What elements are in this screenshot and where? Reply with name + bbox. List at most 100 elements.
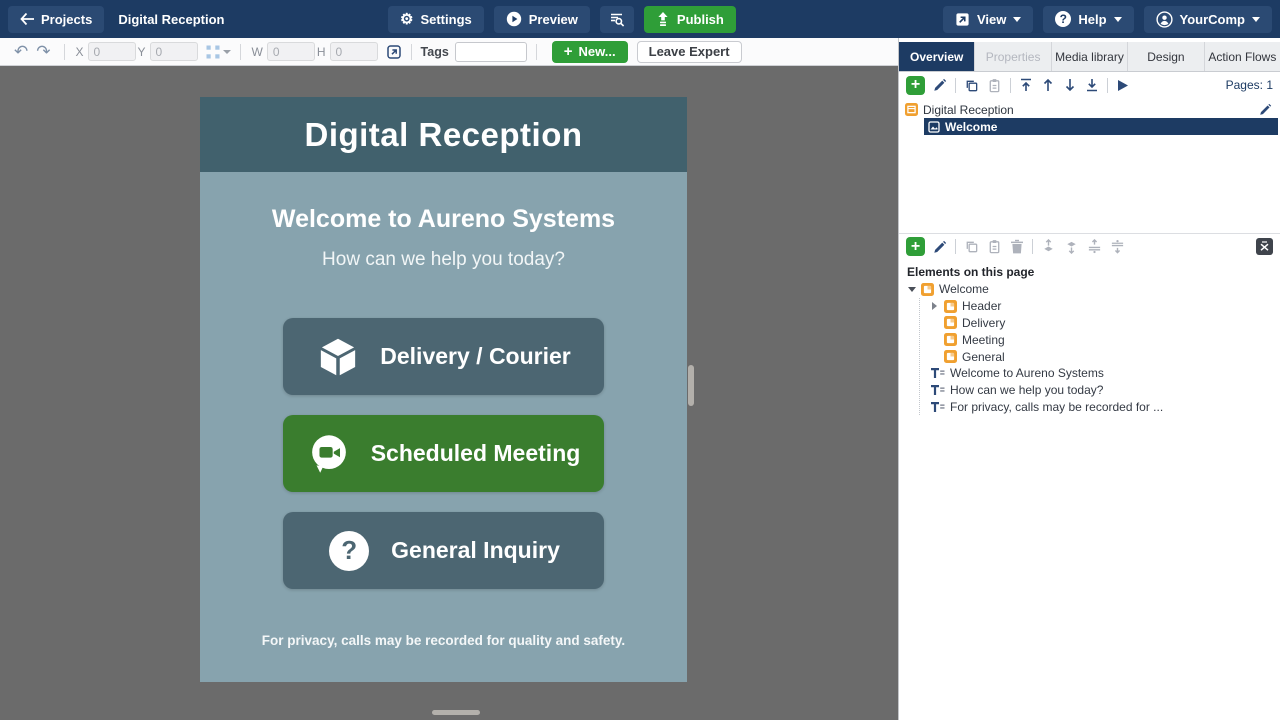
collapse-icon[interactable]: [907, 287, 916, 292]
undo-button[interactable]: ↶: [10, 43, 32, 60]
add-element-button[interactable]: +: [906, 237, 925, 256]
tree-item-text-welcome[interactable]: Welcome to Aureno Systems: [930, 365, 1280, 382]
move-page-to-bottom-button[interactable]: [1085, 78, 1099, 92]
delivery-courier-label: Delivery / Courier: [380, 343, 570, 370]
chevron-down-icon: [1013, 17, 1021, 22]
chevron-down-icon: [223, 50, 231, 54]
expand-icon[interactable]: [930, 302, 939, 310]
pencil-icon: [1259, 103, 1272, 116]
x-input[interactable]: [88, 42, 136, 61]
help-label: Help: [1078, 12, 1106, 27]
copy-element-button[interactable]: [964, 239, 979, 254]
scheduled-meeting-label: Scheduled Meeting: [371, 440, 581, 467]
view-label: View: [977, 12, 1006, 27]
move-page-to-top-button[interactable]: [1019, 78, 1033, 92]
preview-button[interactable]: Preview: [494, 6, 590, 33]
mockup-footer-note[interactable]: For privacy, calls may be recorded for q…: [200, 633, 687, 648]
pencil-icon: [933, 240, 947, 254]
play-page-button[interactable]: [1116, 79, 1129, 92]
height-input[interactable]: [330, 42, 378, 61]
delivery-courier-button[interactable]: Delivery / Courier: [283, 318, 604, 395]
page-thumbnail-icon: [928, 121, 940, 133]
tree-item-text-privacy[interactable]: For privacy, calls may be recorded for .…: [930, 399, 1280, 416]
settings-label: Settings: [420, 12, 471, 27]
account-label: YourComp: [1180, 12, 1245, 27]
tree-item-label: Header: [962, 299, 1001, 313]
tree-item-delivery[interactable]: Delivery: [930, 315, 1280, 332]
tree-item-general[interactable]: General: [930, 348, 1280, 365]
edit-element-button[interactable]: [933, 240, 947, 254]
send-backward-button[interactable]: [1110, 239, 1125, 254]
view-window-icon: [955, 12, 970, 27]
account-dropdown[interactable]: YourComp: [1144, 6, 1272, 33]
design-canvas[interactable]: Digital Reception Welcome to Aureno Syst…: [0, 66, 898, 720]
leave-expert-button[interactable]: Leave Expert: [637, 41, 742, 63]
view-dropdown[interactable]: View: [943, 6, 1033, 33]
arrow-to-top-icon: [1019, 78, 1033, 92]
delete-element-button[interactable]: [1010, 239, 1024, 254]
tree-item-welcome[interactable]: Welcome: [907, 281, 1280, 298]
bring-forward-button[interactable]: [1087, 239, 1102, 254]
new-element-button[interactable]: + New...: [552, 41, 628, 63]
paste-icon: [987, 78, 1002, 93]
trash-icon: [1010, 239, 1024, 254]
redo-button[interactable]: ↷: [32, 43, 54, 60]
tab-action-flows[interactable]: Action Flows: [1205, 42, 1280, 71]
add-page-button[interactable]: +: [906, 76, 925, 95]
tags-input[interactable]: [455, 42, 527, 62]
question-icon: ?: [327, 529, 371, 573]
chevron-down-icon: [1114, 17, 1122, 22]
help-icon: ?: [1055, 11, 1071, 27]
mockup-header[interactable]: Digital Reception: [200, 97, 687, 172]
scheduled-meeting-button[interactable]: Scheduled Meeting: [283, 415, 604, 492]
copy-page-button[interactable]: [964, 78, 979, 93]
send-backward-icon: [1110, 239, 1125, 254]
width-input[interactable]: [267, 42, 315, 61]
tab-properties[interactable]: Properties: [975, 42, 1051, 71]
settings-button[interactable]: ⚙ Settings: [388, 6, 484, 33]
variables-button[interactable]: [1256, 238, 1273, 255]
elements-toolbar: +: [899, 233, 1280, 259]
page-row-welcome[interactable]: Welcome: [924, 118, 1278, 135]
activity-log-button[interactable]: [600, 6, 634, 33]
page-mockup[interactable]: Digital Reception Welcome to Aureno Syst…: [200, 97, 687, 682]
paste-page-button[interactable]: [987, 78, 1002, 93]
fullscreen-element-button[interactable]: [386, 44, 402, 60]
paste-element-button[interactable]: [987, 239, 1002, 254]
tab-design[interactable]: Design: [1128, 42, 1204, 71]
mockup-subheading[interactable]: How can we help you today?: [200, 249, 687, 271]
tree-item-label: General: [962, 350, 1005, 364]
tree-item-text-help[interactable]: How can we help you today?: [930, 382, 1280, 399]
tree-item-meeting[interactable]: Meeting: [930, 331, 1280, 348]
tree-item-header[interactable]: Header: [930, 298, 1280, 315]
tab-media-library[interactable]: Media library: [1052, 42, 1128, 71]
copy-icon: [964, 239, 979, 254]
play-icon: [1116, 79, 1129, 92]
tree-item-label: Delivery: [962, 316, 1005, 330]
send-to-back-button[interactable]: [1064, 239, 1079, 254]
project-tree-row[interactable]: Digital Reception: [905, 101, 1278, 118]
tags-label: Tags: [421, 45, 449, 59]
group-icon: [944, 350, 957, 363]
vertical-scrollbar[interactable]: [688, 365, 694, 406]
move-page-down-button[interactable]: [1063, 78, 1077, 92]
edit-page-button[interactable]: [933, 78, 947, 92]
horizontal-scrollbar[interactable]: [432, 710, 480, 715]
bring-to-front-button[interactable]: [1041, 239, 1056, 254]
anchor-selector[interactable]: [206, 45, 231, 59]
publish-upload-icon: [656, 12, 670, 27]
general-inquiry-button[interactable]: ? General Inquiry: [283, 512, 604, 589]
help-dropdown[interactable]: ? Help: [1043, 6, 1133, 33]
mockup-welcome-heading[interactable]: Welcome to Aureno Systems: [200, 205, 687, 234]
tree-item-label: How can we help you today?: [950, 383, 1103, 397]
video-chat-icon: [307, 432, 351, 476]
edit-project-name-button[interactable]: [1259, 103, 1272, 116]
pages-count: Pages: 1: [1226, 78, 1273, 92]
publish-button[interactable]: Publish: [644, 6, 736, 33]
tab-overview[interactable]: Overview: [899, 42, 975, 71]
move-page-up-button[interactable]: [1041, 78, 1055, 92]
y-input[interactable]: [150, 42, 198, 61]
text-element-icon: [930, 367, 945, 379]
group-icon: [921, 283, 934, 296]
back-to-projects-button[interactable]: Projects: [8, 6, 104, 33]
